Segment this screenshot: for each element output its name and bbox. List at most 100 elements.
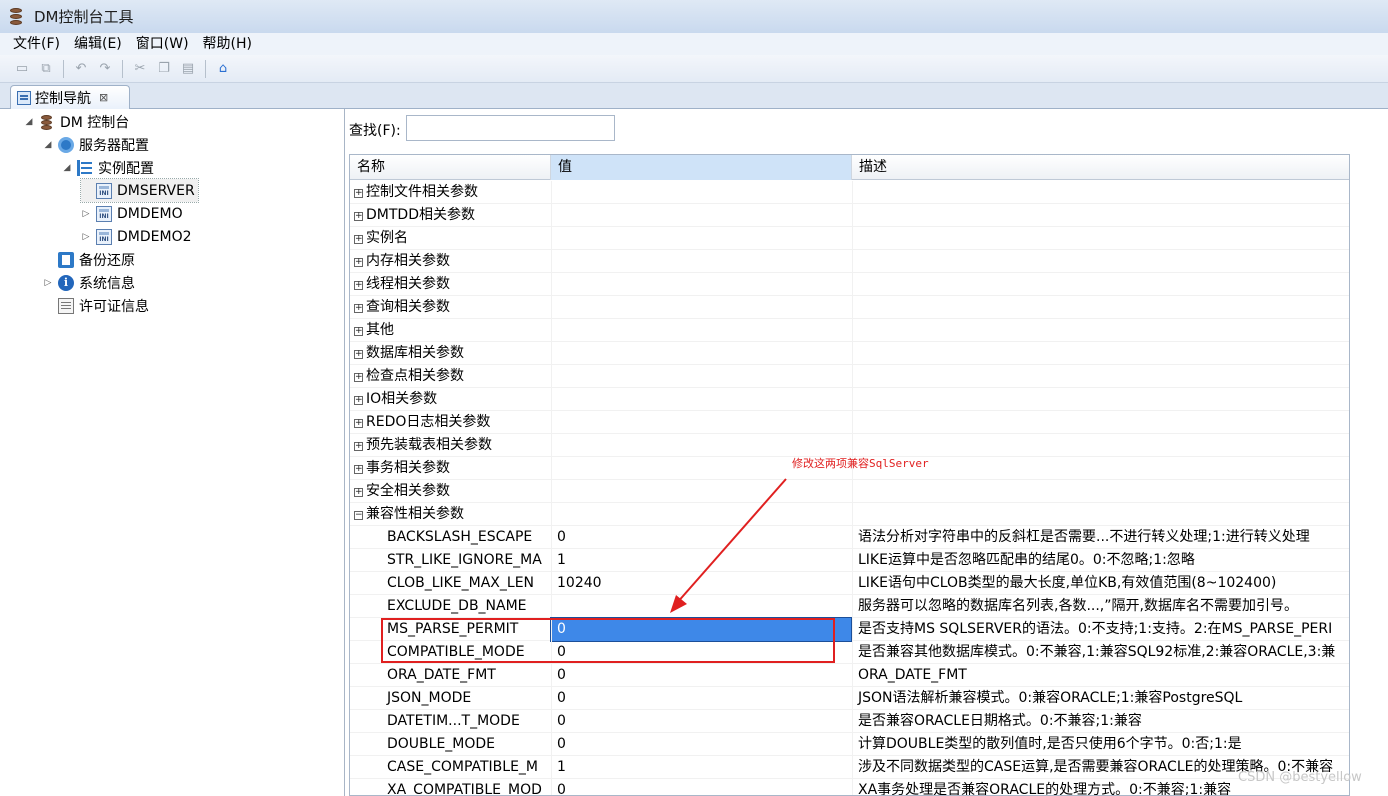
parameter-value-cell[interactable]: 10240	[551, 572, 851, 595]
expand-icon[interactable]: +	[354, 373, 363, 382]
parameter-row[interactable]: ORA_DATE_FMT 0 ORA_DATE_FMT	[350, 664, 1349, 687]
parameter-value-cell[interactable]: 0	[551, 664, 851, 687]
group-name-cell: + 线程相关参数	[350, 273, 550, 296]
parameter-row[interactable]: XA_COMPATIBLE_MOD 0 XA事务处理是否兼容ORACLE的处理方式。…	[350, 779, 1349, 796]
expand-icon[interactable]: +	[354, 189, 363, 198]
menu-help[interactable]: 帮助(H)	[196, 33, 259, 55]
group-name-cell: − 兼容性相关参数	[350, 503, 550, 526]
tab-label: 控制导航	[35, 90, 91, 107]
group-row[interactable]: + IO相关参数	[350, 388, 1349, 411]
parameter-row[interactable]: CASE_COMPATIBLE_M 1 涉及不同数据类型的CASE运算,是否需要兼容…	[350, 756, 1349, 779]
group-row[interactable]: + 内存相关参数	[350, 250, 1349, 273]
group-name-cell: + REDO日志相关参数	[350, 411, 550, 434]
menu-file[interactable]: 文件(F)	[6, 33, 67, 55]
expand-icon[interactable]: +	[354, 488, 363, 497]
tree-node-server-config[interactable]: ◢ 服务器配置	[43, 133, 149, 156]
expand-icon[interactable]: +	[354, 350, 363, 359]
parameter-row[interactable]: JSON_MODE 0 JSON语法解析兼容模式。0:兼容ORACLE;1:兼容Po…	[350, 687, 1349, 710]
expanded-arrow-icon[interactable]: ◢	[24, 117, 34, 127]
expanded-arrow-icon[interactable]: ◢	[43, 140, 53, 150]
expand-icon[interactable]: +	[354, 281, 363, 290]
tree-node-license[interactable]: 许可证信息	[43, 294, 149, 317]
parameter-value-cell[interactable]	[551, 595, 851, 618]
group-row[interactable]: + 控制文件相关参数	[350, 181, 1349, 204]
column-header-name[interactable]: 名称	[350, 155, 551, 180]
tab-control-navigation[interactable]: 控制导航 ⊠	[10, 85, 130, 109]
collapsed-arrow-icon[interactable]: ▷	[81, 232, 91, 242]
tree-node-dmdemo[interactable]: ▷ INI DMDEMO	[81, 202, 183, 225]
expand-icon[interactable]: +	[354, 212, 363, 221]
parameter-row[interactable]: BACKSLASH_ESCAPE 0 语法分析对字符串中的反斜杠是否需要...不进行…	[350, 526, 1349, 549]
expand-icon[interactable]: +	[354, 327, 363, 336]
group-row[interactable]: + 线程相关参数	[350, 273, 1349, 296]
home-icon[interactable]: ⌂	[213, 59, 233, 79]
column-header-description[interactable]: 描述	[852, 155, 1349, 180]
parameter-value-cell[interactable]: 0	[551, 710, 851, 733]
group-row[interactable]: + 查询相关参数	[350, 296, 1349, 319]
parameter-value-cell[interactable]: 1	[551, 756, 851, 779]
value-cell	[551, 480, 851, 503]
expand-icon[interactable]: +	[354, 304, 363, 313]
description-cell	[852, 365, 1349, 388]
parameter-panel: 查找(F): 名称 值 描述 + 控制文件相关参数 + DMTDD相关参数 + 实例名 + 内…	[346, 109, 1388, 796]
paste-icon[interactable]: ▤	[178, 59, 198, 79]
group-row[interactable]: + 预先装载表相关参数	[350, 434, 1349, 457]
menu-window[interactable]: 窗口(W)	[129, 33, 196, 55]
parameter-row[interactable]: DATETIM...T_MODE 0 是否兼容ORACLE日期格式。0:不兼容;1:…	[350, 710, 1349, 733]
group-row[interactable]: + 其他	[350, 319, 1349, 342]
cut-icon[interactable]: ✂	[130, 59, 150, 79]
group-row[interactable]: + 检查点相关参数	[350, 365, 1349, 388]
parameter-name-cell: XA_COMPATIBLE_MOD	[387, 782, 542, 796]
value-cell	[551, 388, 851, 411]
group-label: 数据库相关参数	[366, 345, 464, 361]
tree-node-instance-config[interactable]: ◢ 实例配置	[62, 156, 154, 179]
tree-node-system-info[interactable]: ▷ i 系统信息	[43, 271, 135, 294]
search-input[interactable]	[406, 115, 615, 141]
watermark: CSDN @bestyellow	[1238, 770, 1362, 785]
expand-icon[interactable]: +	[354, 258, 363, 267]
tree-node-label: 系统信息	[79, 275, 135, 292]
expand-icon[interactable]: +	[354, 396, 363, 405]
group-row[interactable]: + 实例名	[350, 227, 1349, 250]
parameter-row[interactable]: STR_LIKE_IGNORE_MA 1 LIKE运算中是否忽略匹配串的结尾0。0:…	[350, 549, 1349, 572]
expanded-arrow-icon[interactable]: ◢	[62, 163, 72, 173]
expand-icon[interactable]: +	[354, 465, 363, 474]
group-row[interactable]: + 安全相关参数	[350, 480, 1349, 503]
tree-node-root[interactable]: ◢ DM 控制台	[24, 110, 129, 133]
undo-icon[interactable]: ↶	[71, 59, 91, 79]
collapsed-arrow-icon[interactable]: ▷	[81, 209, 91, 219]
ini-file-icon: INI	[96, 182, 112, 199]
tree-node-dmdemo2[interactable]: ▷ INI DMDEMO2	[81, 225, 192, 248]
collapsed-arrow-icon[interactable]: ▷	[43, 278, 53, 288]
save-all-icon[interactable]: ⧉	[36, 59, 56, 79]
menu-edit[interactable]: 编辑(E)	[67, 33, 129, 55]
tree-node-backup[interactable]: 备份还原	[43, 248, 135, 271]
parameter-name-cell: BACKSLASH_ESCAPE	[387, 529, 533, 545]
group-row[interactable]: + DMTDD相关参数	[350, 204, 1349, 227]
parameter-value-cell[interactable]: 1	[551, 549, 851, 572]
parameter-row[interactable]: CLOB_LIKE_MAX_LEN 10240 LIKE语句中CLOB类型的最大长度…	[350, 572, 1349, 595]
group-row[interactable]: − 兼容性相关参数	[350, 503, 1349, 526]
column-header-value[interactable]: 值	[551, 155, 852, 180]
parameter-row[interactable]: DOUBLE_MODE 0 计算DOUBLE类型的散列值时,是否只使用6个字节。0:…	[350, 733, 1349, 756]
description-cell	[852, 273, 1349, 296]
redo-icon[interactable]: ↷	[95, 59, 115, 79]
tree-node-dmserver[interactable]: INI DMSERVER	[80, 178, 199, 203]
parameter-value-cell[interactable]: 0	[551, 733, 851, 756]
group-row[interactable]: + REDO日志相关参数	[350, 411, 1349, 434]
expand-icon[interactable]: +	[354, 235, 363, 244]
close-icon[interactable]: ⊠	[99, 91, 108, 104]
group-name-cell: + 控制文件相关参数	[350, 181, 550, 204]
group-label: IO相关参数	[366, 391, 438, 407]
expand-icon[interactable]: +	[354, 442, 363, 451]
parameter-value-cell[interactable]: 0	[551, 779, 851, 795]
parameter-row[interactable]: EXCLUDE_DB_NAME 服务器可以忽略的数据库名列表,各数...,”隔开,…	[350, 595, 1349, 618]
description-cell	[852, 250, 1349, 273]
save-icon[interactable]: ▭	[12, 59, 32, 79]
parameter-value-cell[interactable]: 0	[551, 526, 851, 549]
expand-icon[interactable]: +	[354, 419, 363, 428]
collapse-icon[interactable]: −	[354, 511, 363, 520]
parameter-value-cell[interactable]: 0	[551, 687, 851, 710]
group-row[interactable]: + 数据库相关参数	[350, 342, 1349, 365]
copy-icon[interactable]: ❐	[154, 59, 174, 79]
